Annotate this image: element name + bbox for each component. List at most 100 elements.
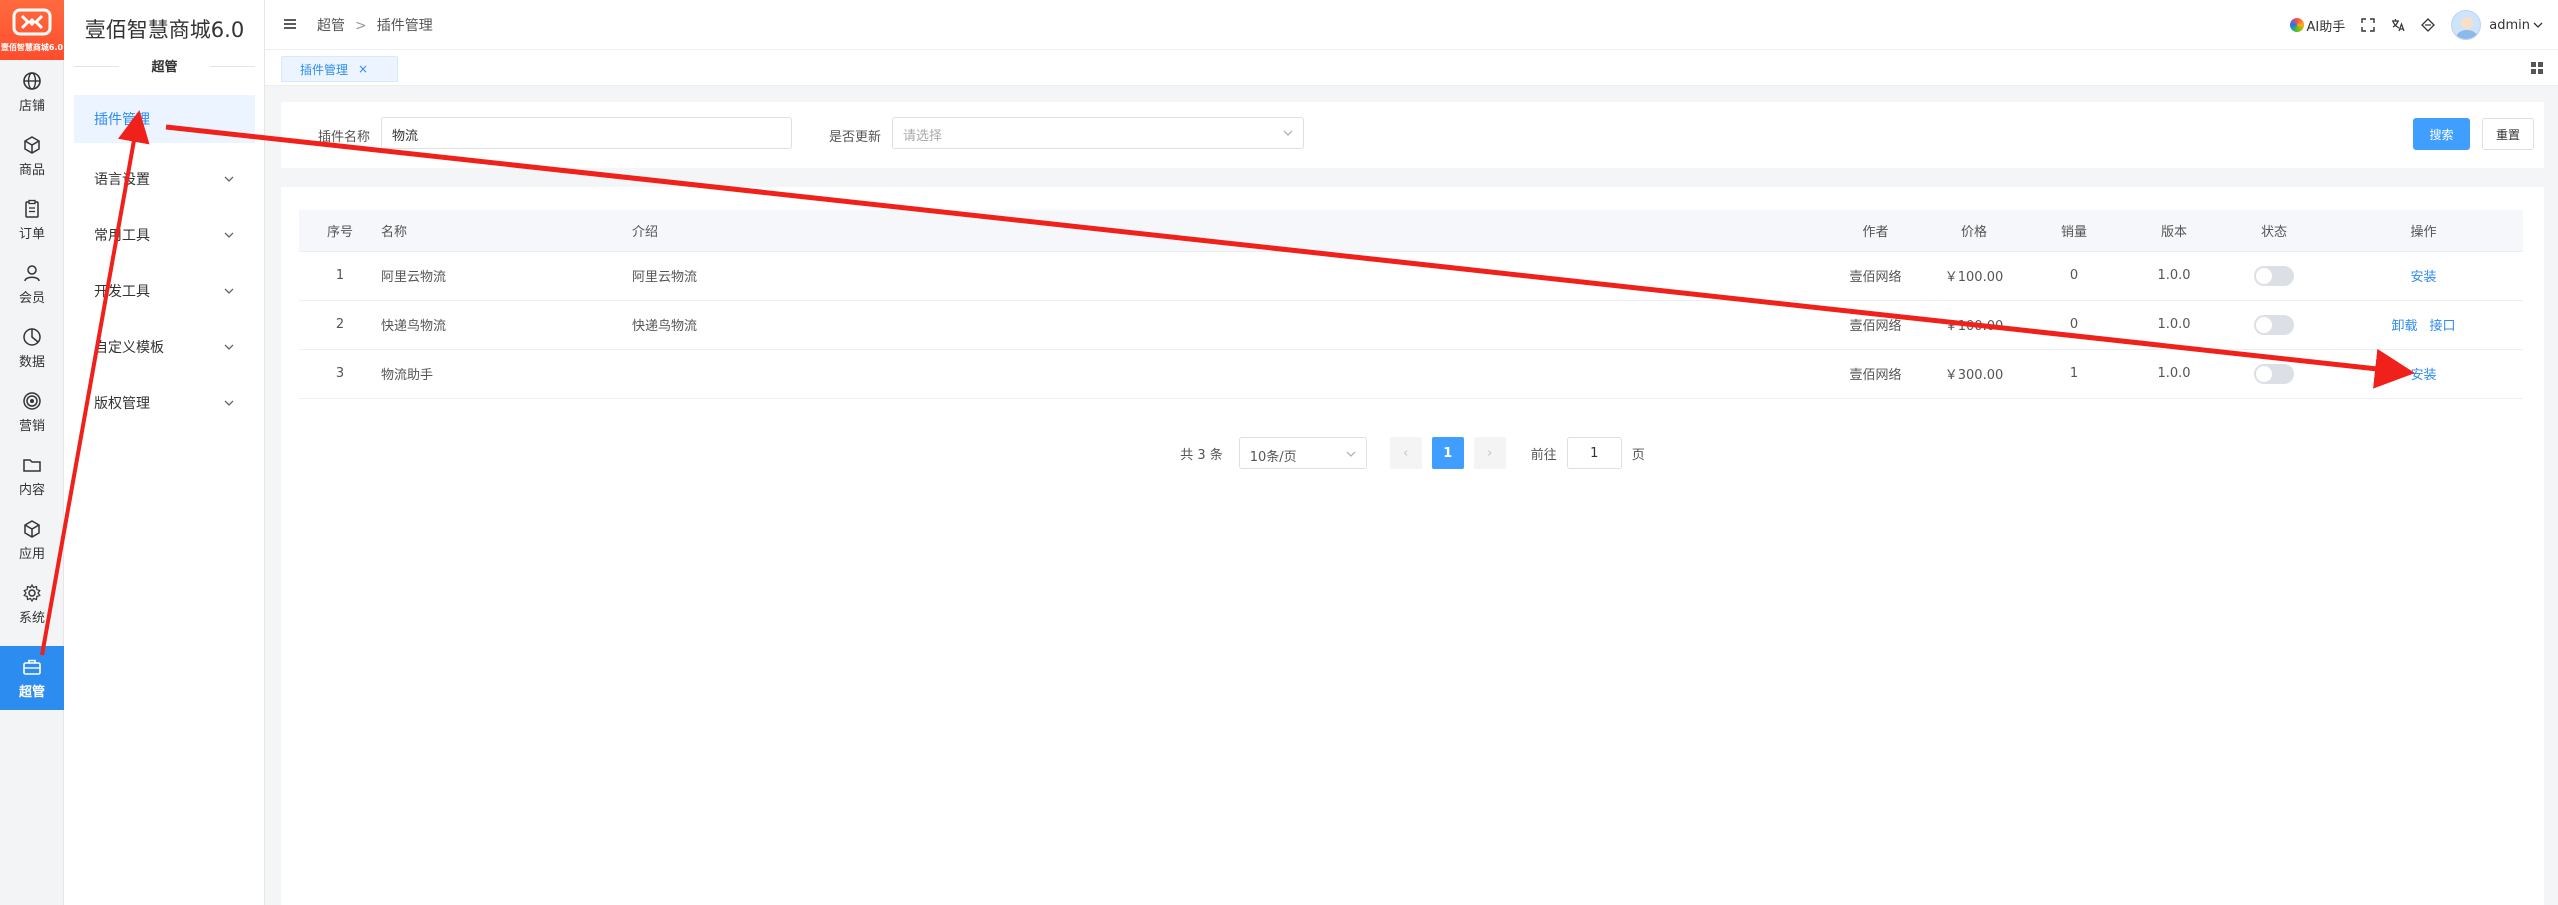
cell-sales: 1 (2024, 349, 2124, 399)
avatar (2451, 10, 2482, 40)
rail-item-goods[interactable]: 商品 (0, 124, 64, 188)
goto-label: 前往 (1530, 447, 1557, 463)
ai-assistant-label: AI助手 (2306, 19, 2346, 35)
tab-plugins[interactable]: 插件管理 × (281, 56, 398, 82)
reset-button[interactable]: 重置 (2482, 118, 2534, 150)
page-number-current[interactable]: 1 (1431, 437, 1464, 469)
breadcrumb-item[interactable]: 超管 (317, 18, 345, 34)
rail-label: 内容 (18, 482, 45, 498)
logo-caption: 壹佰智慧商城6.0 (0, 42, 64, 52)
filter-panel: 插件名称 物流 是否更新 请选择 搜索 重置 (281, 102, 2544, 168)
cell-version: 1.0.0 (2124, 300, 2224, 350)
cell-status (2224, 349, 2324, 399)
cell-name: 快递鸟物流 (381, 300, 632, 350)
tab-label: 插件管理 (300, 62, 349, 77)
col-header: 序号 (299, 210, 381, 252)
user-name: admin (2489, 17, 2530, 33)
fullscreen-button[interactable] (2361, 18, 2375, 32)
update-label: 是否更新 (829, 130, 882, 145)
chevron-down-icon (224, 400, 234, 406)
rail-item-superadmin[interactable]: 超管 (0, 646, 64, 710)
rail-label: 超管 (18, 684, 45, 700)
page-size-value: 10条/页 (1249, 450, 1297, 465)
submenu-label: 插件管理 (94, 112, 150, 128)
rail-item-orders[interactable]: 订单 (0, 188, 64, 252)
uninstall-button[interactable]: 卸载 (2391, 319, 2417, 334)
col-header: 销量 (2024, 210, 2124, 252)
submenu-label: 常用工具 (94, 228, 150, 244)
submenu-item-dev-tools[interactable]: 开发工具 (74, 267, 255, 315)
logo-mark-icon (10, 7, 54, 41)
rail-item-store[interactable]: 店铺 (0, 60, 64, 124)
chevron-down-icon (224, 176, 234, 182)
submenu-item-copyright[interactable]: 版权管理 (74, 379, 255, 427)
rail-item-data[interactable]: 数据 (0, 316, 64, 380)
cell-version: 1.0.0 (2124, 349, 2224, 399)
status-switch[interactable] (2254, 363, 2294, 384)
brand-title: 壹佰智慧商城6.0 (84, 18, 245, 42)
cell-no: 2 (299, 300, 381, 350)
cell-sales: 0 (2024, 300, 2124, 350)
breadcrumb: 超管 > 插件管理 (317, 15, 433, 35)
table-row: 2 快递鸟物流 快递鸟物流 壹佰网络 ￥100.00 0 1.0.0 卸载 接口 (299, 300, 2523, 350)
col-header: 状态 (2224, 210, 2324, 252)
cell-price: ￥100.00 (1924, 251, 2024, 301)
submenu-item-plugins[interactable]: 插件管理 (74, 95, 255, 143)
rail-label: 会员 (18, 290, 45, 306)
rail-item-system[interactable]: 系统 (0, 572, 64, 636)
submenu-label: 版权管理 (94, 396, 150, 412)
language-button[interactable] (2391, 18, 2405, 32)
ai-assistant-button[interactable]: AI助手 (2289, 16, 2346, 35)
page-size-select[interactable]: 10条/页 (1238, 437, 1367, 469)
cell-status (2224, 300, 2324, 350)
menu-toggle-icon[interactable] (283, 17, 297, 31)
cell-actions: 安装 (2324, 349, 2523, 399)
breadcrumb-separator: > (355, 18, 367, 34)
update-select[interactable]: 请选择 (892, 117, 1304, 149)
search-button[interactable]: 搜索 (2413, 118, 2470, 150)
rail-item-apps[interactable]: 应用 (0, 508, 64, 572)
pie-chart-icon (23, 327, 41, 346)
install-button[interactable]: 安装 (2410, 270, 2436, 285)
install-button[interactable]: 安装 (2410, 368, 2436, 383)
cell-intro (632, 349, 1827, 399)
user-menu[interactable]: admin (2451, 10, 2544, 40)
globe-icon (23, 71, 41, 90)
rail-item-marketing[interactable]: 营销 (0, 380, 64, 444)
grid-icon[interactable] (2530, 61, 2544, 75)
rail-label: 应用 (18, 546, 45, 562)
cell-actions: 安装 (2324, 251, 2523, 301)
close-icon[interactable]: × (358, 62, 368, 76)
rail-item-members[interactable]: 会员 (0, 252, 64, 316)
pagination: 共 3 条 10条/页 ‹ 1 › 前往 1 页 (281, 437, 2544, 469)
plugin-table-panel: 序号 名称 介绍 作者 价格 销量 版本 状态 操作 1 阿里云物流 阿里云物流… (281, 187, 2544, 905)
cell-author: 壹佰网络 (1827, 300, 1924, 350)
box-icon (24, 135, 40, 154)
plugin-name-input[interactable]: 物流 (381, 117, 792, 149)
cell-price: ￥300.00 (1924, 349, 2024, 399)
app-logo: 壹佰智慧商城6.0 (0, 0, 64, 60)
rail-label: 系统 (18, 610, 45, 626)
submenu-label: 开发工具 (94, 284, 150, 300)
interface-button[interactable]: 接口 (2430, 319, 2456, 334)
breadcrumb-item-current: 插件管理 (376, 18, 433, 34)
theme-button[interactable] (2421, 18, 2436, 32)
goto-page-input[interactable]: 1 (1566, 437, 1622, 469)
submenu-item-custom-template[interactable]: 自定义模板 (74, 323, 255, 371)
next-page-button[interactable]: › (1473, 437, 1506, 469)
cell-price: ￥100.00 (1924, 300, 2024, 350)
status-switch[interactable] (2254, 314, 2294, 335)
prev-page-button[interactable]: ‹ (1389, 437, 1422, 469)
table-row: 1 阿里云物流 阿里云物流 壹佰网络 ￥100.00 0 1.0.0 安装 (299, 251, 2523, 301)
update-select-placeholder: 请选择 (903, 129, 943, 144)
plugin-name-label: 插件名称 (318, 130, 371, 145)
tab-bar: 插件管理 × (265, 50, 2558, 86)
briefcase-icon (23, 659, 41, 675)
submenu-item-language[interactable]: 语言设置 (74, 155, 255, 203)
cell-no: 1 (299, 251, 381, 301)
main-nav-rail: 壹佰智慧商城6.0 店铺 商品 订单 会员 数据 营销 内容 应用 系统 超管 (0, 0, 64, 905)
submenu-item-common-tools[interactable]: 常用工具 (74, 211, 255, 259)
col-header: 操作 (2324, 210, 2523, 252)
rail-item-content[interactable]: 内容 (0, 444, 64, 508)
status-switch[interactable] (2254, 265, 2294, 286)
